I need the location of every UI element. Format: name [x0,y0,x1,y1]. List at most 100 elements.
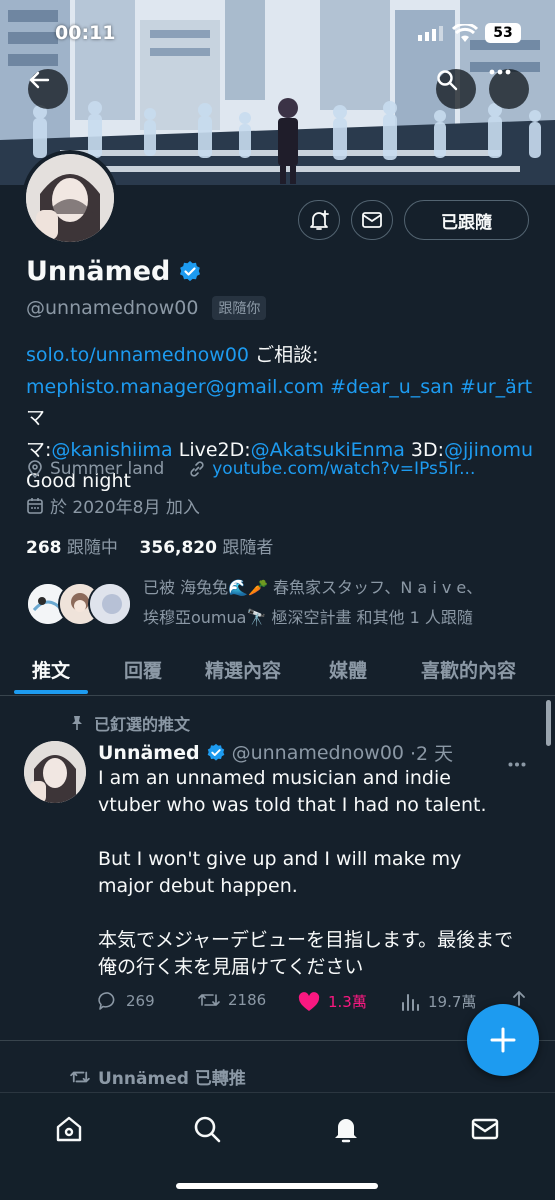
following-button[interactable]: 已跟隨 [404,200,529,240]
search-icon [437,70,458,91]
mail-icon [471,1118,499,1140]
back-arrow-icon [29,71,50,89]
notify-button[interactable] [298,200,340,240]
calendar-icon [27,497,43,514]
bio-hashtag[interactable]: #dear_u_san [330,376,454,398]
follower-avatar [88,582,132,626]
views-count: 19.7萬 [428,993,477,1011]
mail-icon [362,212,382,228]
reply-icon [98,992,115,1010]
message-button[interactable] [351,200,393,240]
retweeted-row: Unnämed 已轉推 [70,1064,246,1089]
verified-badge-icon [207,743,224,761]
heart-filled-icon [298,991,320,1011]
verified-badge-icon [180,260,201,281]
tweet-time: ·2 天 [410,743,454,765]
reply-action[interactable]: 269 [98,991,155,1011]
following-count-link[interactable]: 268 跟隨中 [26,538,118,558]
compose-tweet-button[interactable] [467,1004,539,1076]
display-name-row: Unnämed [26,256,202,287]
bio-text: マ: [26,438,52,461]
nav-search[interactable] [189,1111,225,1147]
tweet-text: I am an unnamed musician and indie vtube… [98,767,514,978]
location-pin-icon [28,460,42,478]
avatar-illustration [26,154,114,242]
bell-icon [335,1119,357,1143]
bio-mention[interactable]: @jjinomu [444,439,533,461]
nav-home[interactable] [51,1111,87,1147]
tweet-author-avatar[interactable] [24,741,86,803]
profile-avatar[interactable] [22,150,118,246]
tweet-header: Unnämed @unnamednow00·2 天 [98,739,453,766]
plus-icon [490,1027,516,1053]
follows-you-badge: 跟隨你 [212,296,267,320]
followed-by-line: 埃穆亞oumua🔭 極深空計畫 和其他 1 人跟隨 [143,608,473,627]
like-action[interactable]: 1.3萬 [298,991,367,1012]
search-button[interactable] [436,69,476,109]
pinned-label: 已釘選的推文 [94,715,191,734]
retweet-action[interactable]: 2186 [198,991,266,1009]
follow-counts: 268 跟隨中 356,820 跟隨者 [26,533,273,558]
tab-likes[interactable]: 喜歡的內容 [421,656,516,683]
battery-indicator: 53 [485,23,521,43]
profile-handle: @unnamednow00 [26,297,199,319]
views-action[interactable]: 19.7萬 [400,991,476,1012]
views-bar-chart-icon [402,993,419,1011]
tab-replies[interactable]: 回覆 [124,656,162,683]
wifi-icon [452,24,478,42]
bio-mention[interactable]: @kanishiima [51,439,172,461]
tweet-actions: 269 2186 1.3萬 19.7萬 [98,991,538,1019]
pin-icon [72,716,82,730]
followers-count-link[interactable]: 356,820 跟隨者 [140,538,274,558]
pinned-label-row: 已釘選的推文 [70,711,190,735]
followed-by-text[interactable]: 已被 海兔兔🌊🥕 春魚家スタッフ、N a i v e、 埃穆亞oumua🔭 極深… [143,573,543,633]
profile-meta-row: Summer land youtube.com/watch?v=IPs5Ir..… [26,459,475,479]
tab-highlights[interactable]: 精選內容 [205,656,281,683]
tab-posts[interactable]: 推文 [32,656,70,683]
more-dots-icon [489,69,511,75]
bio-text: 3D: [404,438,445,461]
retweeted-label: Unnämed 已轉推 [98,1069,246,1089]
bio-mention[interactable]: @AkatsukiEnma [251,439,405,461]
search-icon [194,1116,221,1143]
back-button[interactable] [28,69,68,109]
display-name: Unnämed [26,256,171,287]
profile-location: Summer land [50,459,165,479]
bio-hashtag[interactable]: #ur_ärt [460,376,532,398]
more-options-button[interactable] [489,69,529,109]
bio-text: マ [26,407,46,429]
bell-plus-icon [310,210,329,230]
status-bar: 00:11 53 [0,20,555,46]
scrollbar[interactable] [546,700,551,746]
bio-email-link[interactable]: mephisto.manager@gmail.com [26,376,324,398]
bio-link[interactable]: solo.to/unnamednow00 [26,344,249,366]
followers-label: 跟隨者 [222,538,274,558]
status-time: 00:11 [55,22,116,44]
retweet-count: 2186 [228,991,267,1009]
nav-messages[interactable] [467,1111,503,1147]
profile-website-link[interactable]: youtube.com/watch?v=IPs5Ir... [212,459,475,479]
tweet-author-name[interactable]: Unnämed [98,742,200,764]
reply-count: 269 [126,992,155,1010]
following-count: 268 [26,538,62,558]
like-count: 1.3萬 [328,993,367,1011]
active-tab-indicator [14,690,88,694]
retweet-icon [198,994,220,1006]
link-icon [190,461,204,477]
profile-page: 00:11 53 已跟隨 Unnämed @unnamednow00 跟隨你 s… [0,0,555,1200]
tweet-avatar-illustration [24,741,86,803]
nav-notifications[interactable] [328,1111,364,1147]
follower-avatar-illustration [90,584,130,624]
home-indicator [176,1183,378,1189]
followed-by-line: 已被 海兔兔🌊🥕 春魚家スタッフ、N a i v e、 [143,578,483,597]
profile-joined-date: 於 2020年8月 加入 [50,498,200,518]
handle-row: @unnamednow00 跟隨你 [26,296,267,320]
tab-media[interactable]: 媒體 [329,656,367,683]
profile-tabs: 推文 回覆 精選內容 媒體 喜歡的內容 [0,648,555,696]
cellular-signal-icon [418,26,443,41]
bio-text: Live2D: [172,438,251,461]
retweet-icon [70,1071,90,1082]
followers-count: 356,820 [139,538,217,558]
home-icon [56,1116,82,1142]
following-label: 跟隨中 [66,538,118,558]
